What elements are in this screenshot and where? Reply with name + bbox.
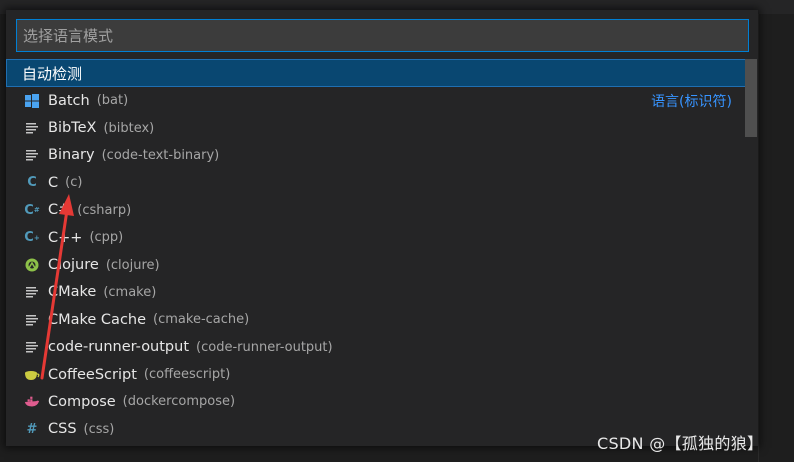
language-name: Batch	[48, 92, 90, 109]
language-item-binary[interactable]: Binary (code-text-binary)	[6, 142, 746, 169]
language-id: (cmake-cache)	[153, 312, 250, 328]
cpp-icon: C +	[24, 230, 40, 246]
csharp-icon: C #	[24, 202, 40, 218]
language-item-cmake[interactable]: CMake (cmake)	[6, 279, 746, 306]
language-name: CSS	[48, 421, 77, 438]
language-item-clojure[interactable]: Clojure (clojure)	[6, 251, 746, 278]
language-id: (code-runner-output)	[196, 339, 333, 355]
language-name: Clojure	[48, 257, 99, 274]
language-id: (bat)	[96, 93, 129, 109]
language-name: C++	[48, 229, 83, 246]
language-id: (bibtex)	[103, 120, 155, 136]
language-id: (c)	[65, 175, 83, 191]
language-name: C#	[48, 202, 71, 219]
language-item-cmake-cache[interactable]: CMake Cache (cmake-cache)	[6, 306, 746, 333]
language-item-coffeescript[interactable]: CoffeeScript (coffeescript)	[6, 361, 746, 388]
document-lines-icon	[24, 312, 40, 328]
language-item-bibtex[interactable]: BibTeX (bibtex)	[6, 114, 746, 141]
language-item-cpp[interactable]: C + C++ (cpp)	[6, 224, 746, 251]
language-id: (code-text-binary)	[101, 147, 220, 163]
language-list: 自动检测 Batch (bat) 语言(标识符) BibTeX (bibtex)	[6, 59, 746, 446]
csdn-watermark: CSDN @【孤独的狼】	[597, 434, 764, 453]
editor-right-edge	[758, 14, 794, 462]
language-name: BibTeX	[48, 120, 97, 137]
clojure-icon	[24, 257, 40, 273]
language-name: CoffeeScript	[48, 366, 137, 383]
docker-whale-icon	[24, 394, 40, 410]
hash-icon: #	[26, 421, 38, 437]
language-item-code-runner-output[interactable]: code-runner-output (code-runner-output)	[6, 334, 746, 361]
language-item-csharp[interactable]: C # C# (csharp)	[6, 197, 746, 224]
language-id: (csharp)	[77, 202, 132, 218]
language-id: (cmake)	[103, 284, 157, 300]
document-lines-icon	[24, 120, 40, 136]
language-name: code-runner-output	[48, 339, 190, 356]
language-name: Binary	[48, 147, 95, 164]
language-mode-quick-pick: 自动检测 Batch (bat) 语言(标识符) BibTeX (bibtex)	[6, 10, 758, 446]
list-scrollbar[interactable]	[745, 59, 757, 446]
language-id: (dockercompose)	[122, 394, 236, 410]
language-name: CMake Cache	[48, 311, 147, 328]
language-name: C	[48, 174, 59, 191]
document-lines-icon	[24, 339, 40, 355]
language-search-input[interactable]	[16, 19, 749, 52]
language-name: Compose	[48, 393, 116, 410]
auto-detect-item[interactable]: 自动检测	[6, 59, 746, 87]
language-item-c[interactable]: C C (c)	[6, 169, 746, 196]
scrollbar-thumb[interactable]	[745, 59, 757, 137]
document-lines-icon	[24, 284, 40, 300]
language-id: (css)	[83, 421, 115, 437]
windows-icon	[24, 93, 40, 109]
language-identifier-hint: 语言(标识符)	[651, 93, 732, 110]
language-id: (clojure)	[105, 257, 160, 273]
language-id: (cpp)	[89, 230, 124, 246]
language-item-batch[interactable]: Batch (bat) 语言(标识符)	[6, 87, 746, 114]
language-item-compose[interactable]: Compose (dockercompose)	[6, 388, 746, 415]
language-id: (coffeescript)	[143, 367, 231, 383]
document-lines-icon	[24, 147, 40, 163]
c-icon: C	[27, 175, 37, 191]
language-name: CMake	[48, 284, 97, 301]
coffee-cup-icon	[24, 367, 40, 383]
